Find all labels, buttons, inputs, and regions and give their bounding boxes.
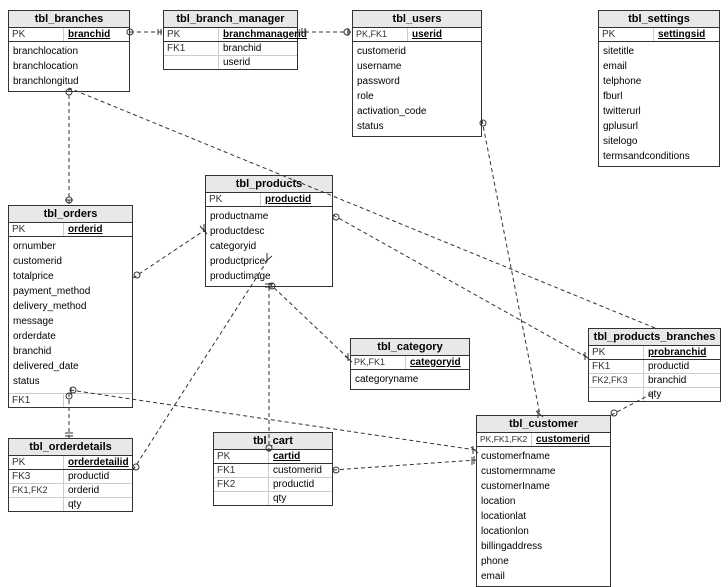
tbl-orders-fk1-key: FK1 xyxy=(9,394,64,407)
tbl-users-pk-key: PK,FK1 xyxy=(353,28,408,41)
tbl-settings-title: tbl_settings xyxy=(599,11,719,28)
tbl-od-pk-field: orderdetailid xyxy=(64,456,133,469)
tbl-users-fields: customerid username password role activa… xyxy=(353,42,481,136)
tbl-od-qty-key xyxy=(9,498,64,511)
tbl-category-pk-key: PK,FK1 xyxy=(351,356,406,369)
tbl-cart-pk-field: cartid xyxy=(269,450,304,463)
tbl-orders-pk-field: orderid xyxy=(64,223,106,236)
tbl-bm-fk-key2 xyxy=(164,56,219,69)
table-tbl-users: tbl_users PK,FK1 userid customerid usern… xyxy=(352,10,482,137)
tbl-orders-pk-key: PK xyxy=(9,223,64,236)
table-tbl-customer: tbl_customer PK,FK1,FK2 customerid custo… xyxy=(476,415,611,587)
tbl-orders-fk1-field xyxy=(64,394,72,407)
tbl-bm-fk1-key: FK1 xyxy=(164,42,219,55)
tbl-branch-manager-title: tbl_branch_manager xyxy=(164,11,297,28)
tbl-settings-pk-field: settingsid xyxy=(654,28,709,41)
tbl-od-fk3-field: productid xyxy=(64,470,113,483)
tbl-pb-fk2-key: FK2,FK3 xyxy=(589,374,644,387)
tbl-od-qty-field: qty xyxy=(64,498,85,511)
canvas: tbl_branches PK branchid branchlocation … xyxy=(0,0,728,572)
tbl-customer-fields: customerfname customermname customerInam… xyxy=(477,447,610,586)
table-tbl-branches: tbl_branches PK branchid branchlocation … xyxy=(8,10,130,92)
tbl-cart-title: tbl_cart xyxy=(214,433,332,450)
tbl-cart-qty-field: qty xyxy=(269,492,290,505)
tbl-branches-title: tbl_branches xyxy=(9,11,129,28)
tbl-od-fk3-key: FK3 xyxy=(9,470,64,483)
tbl-products-pk-field: productid xyxy=(261,193,315,206)
tbl-bm-pk-key: PK xyxy=(164,28,219,41)
table-tbl-settings: tbl_settings PK settingsid sitetitle ema… xyxy=(598,10,720,167)
tbl-cart-qty-key xyxy=(214,492,269,505)
tbl-users-title: tbl_users xyxy=(353,11,481,28)
tbl-products-pk-key: PK xyxy=(206,193,261,206)
tbl-users-pk-field: userid xyxy=(408,28,446,41)
tbl-cart-fk2-key: FK2 xyxy=(214,478,269,491)
tbl-branches-pk-field: branchid xyxy=(64,28,114,41)
tbl-orderdetails-title: tbl_orderdetails xyxy=(9,439,132,456)
tbl-cart-fk1-field: customerid xyxy=(269,464,326,477)
tbl-products-title: tbl_products xyxy=(206,176,332,193)
table-tbl-category: tbl_category PK,FK1 categoryid categoryn… xyxy=(350,338,470,390)
table-tbl-products-branches: tbl_products_branches PK probranchid FK1… xyxy=(588,328,721,402)
tbl-cart-pk-key: PK xyxy=(214,450,269,463)
tbl-pb-fk1-field: productid xyxy=(644,360,693,373)
tbl-pb-fk2-field: branchid xyxy=(644,374,690,387)
table-tbl-orders: tbl_orders PK orderid ornumber customeri… xyxy=(8,205,133,408)
tbl-od-fk12-key: FK1,FK2 xyxy=(9,484,64,497)
table-tbl-orderdetails: tbl_orderdetails PK orderdetailid FK3 pr… xyxy=(8,438,133,512)
tbl-products-fields: productname productdesc categoryid produ… xyxy=(206,207,332,286)
tbl-settings-fields: sitetitle email telphone fburl twitterur… xyxy=(599,42,719,166)
tbl-pb-pk-key: PK xyxy=(589,346,644,359)
tbl-category-fields: categoryname xyxy=(351,370,469,389)
tbl-cart-fk1-key: FK1 xyxy=(214,464,269,477)
tbl-cust-pk-field: customerid xyxy=(532,433,594,446)
tbl-category-pk-field: categoryid xyxy=(406,356,465,369)
tbl-pb-pk-field: probranchid xyxy=(644,346,710,359)
tbl-products-branches-title: tbl_products_branches xyxy=(589,329,720,346)
table-tbl-cart: tbl_cart PK cartid FK1 customerid FK2 pr… xyxy=(213,432,333,506)
tbl-orders-fields: ornumber customerid totalprice payment_m… xyxy=(9,237,132,391)
tbl-pb-qty-field: qty xyxy=(644,388,665,401)
tbl-bm-fk1-field: branchid xyxy=(219,42,265,55)
tbl-pb-fk1-key: FK1 xyxy=(589,360,644,373)
table-tbl-products: tbl_products PK productid productname pr… xyxy=(205,175,333,287)
tbl-customer-title: tbl_customer xyxy=(477,416,610,433)
tbl-orders-title: tbl_orders xyxy=(9,206,132,223)
tbl-od-pk-key: PK xyxy=(9,456,64,469)
tbl-cust-pk-key: PK,FK1,FK2 xyxy=(477,433,532,446)
tbl-bm-pk-field: branchmanagerid xyxy=(219,28,311,41)
table-tbl-branch-manager: tbl_branch_manager PK branchmanagerid FK… xyxy=(163,10,298,70)
tbl-category-title: tbl_category xyxy=(351,339,469,356)
tbl-pb-qty-key xyxy=(589,388,644,401)
tbl-cart-fk2-field: productid xyxy=(269,478,318,491)
tbl-od-fk12-field: orderid xyxy=(64,484,103,497)
tbl-settings-pk-key: PK xyxy=(599,28,654,41)
tbl-branches-fields: branchlocation branchlocation branchlong… xyxy=(9,42,129,91)
tbl-branches-pk-key: PK xyxy=(9,28,64,41)
tbl-bm-userid-field: userid xyxy=(219,56,254,69)
